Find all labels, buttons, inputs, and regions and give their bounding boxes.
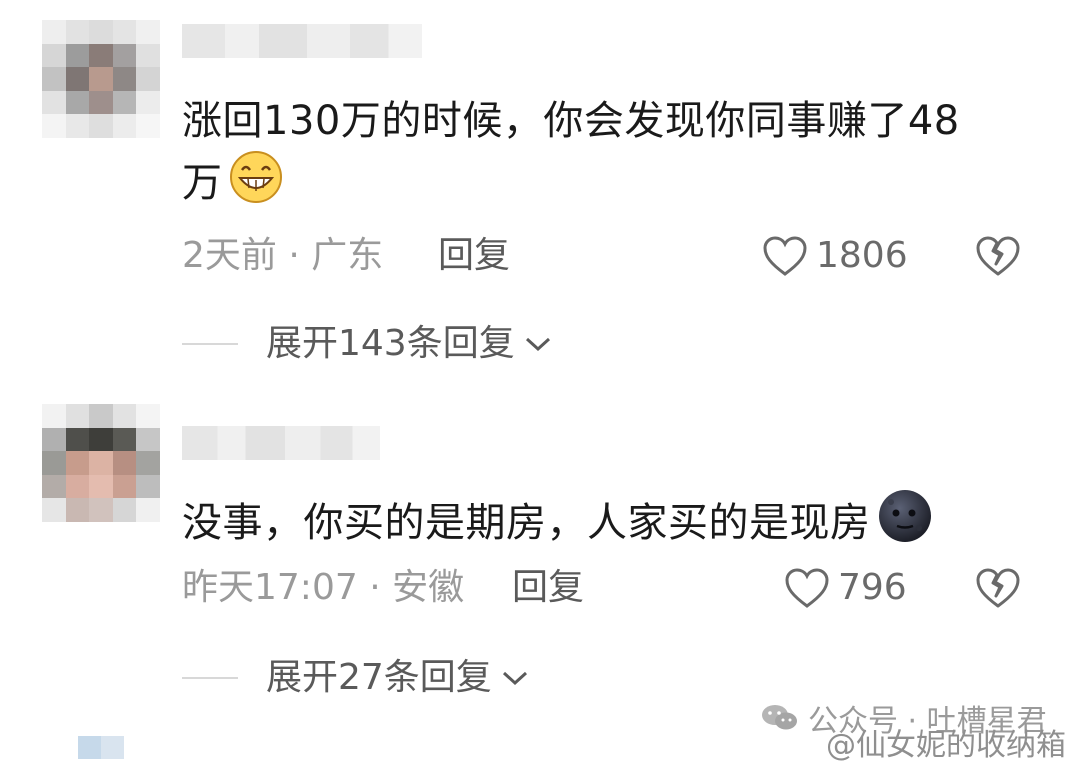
- avatar[interactable]: [42, 20, 160, 138]
- expand-replies-button[interactable]: 展开143条回复: [182, 322, 553, 366]
- expand-replies-button[interactable]: 展开27条回复: [182, 656, 530, 700]
- wechat-logo-icon: [762, 705, 797, 730]
- comment-text: 涨回130万的时候，你会发现你同事赚了48 万: [182, 92, 1042, 220]
- expand-replies-label: 展开143条回复: [266, 323, 515, 364]
- dislike-button[interactable]: [974, 566, 1022, 614]
- chevron-down-icon: [525, 337, 550, 352]
- heart-outline-icon: [785, 568, 829, 608]
- avatar[interactable]: [42, 404, 160, 522]
- username-blurred[interactable]: [182, 426, 380, 460]
- comment-meta: 2天前 · 广东: [182, 235, 384, 276]
- divider-line: [182, 343, 238, 345]
- divider-line: [182, 677, 238, 679]
- like-count: 1806: [816, 235, 908, 276]
- comment-text: 没事，你买的是期房，人家买的是现房: [182, 488, 1042, 560]
- avatar[interactable]: [78, 736, 124, 759]
- reply-button[interactable]: 回复: [438, 234, 510, 278]
- username-blurred[interactable]: [182, 24, 422, 58]
- reply-button[interactable]: 回复: [512, 566, 584, 610]
- comment-meta: 昨天17:07 · 安徽: [182, 567, 465, 608]
- heart-outline-icon: [763, 236, 807, 276]
- dark-moon-face-emoji: [877, 488, 933, 560]
- chevron-down-icon: [502, 671, 527, 686]
- like-button[interactable]: 1806: [762, 234, 908, 278]
- dislike-button[interactable]: [974, 234, 1022, 282]
- like-button[interactable]: 796: [784, 566, 907, 610]
- broken-heart-icon: [976, 236, 1020, 276]
- like-count: 796: [838, 567, 907, 608]
- watermark-weibo: @仙女妮的收纳箱: [826, 728, 1066, 763]
- grinning-face-emoji: [229, 150, 283, 220]
- broken-heart-icon: [976, 568, 1020, 608]
- expand-replies-label: 展开27条回复: [266, 657, 492, 698]
